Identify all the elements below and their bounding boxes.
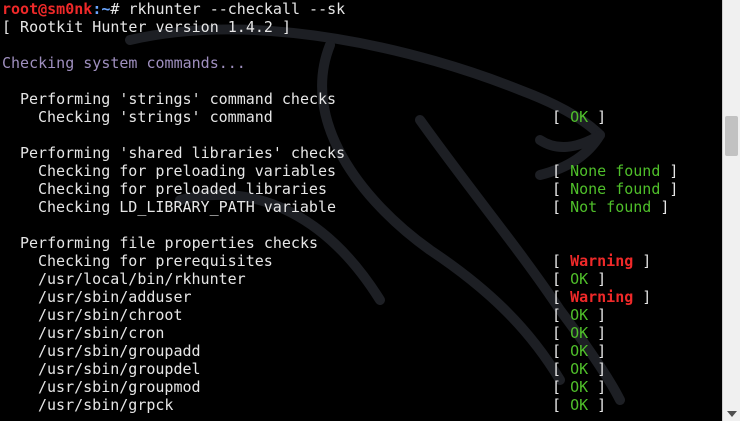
status-ok: OK [570,108,589,126]
prompt-path: :~ [92,0,111,18]
prompt-symbol: # [110,0,129,18]
status-ok: None found [570,162,661,180]
check-label: /usr/sbin/grpck [38,396,174,414]
check-status: [ Warning ] [552,288,652,306]
check-label: Checking LD_LIBRARY_PATH variable [38,198,337,216]
group-title-shared-libraries: Performing 'shared libraries' checks [20,144,346,162]
check-status: [ OK ] [552,360,607,378]
check-label: /usr/local/bin/rkhunter [38,270,246,288]
check-label: /usr/sbin/groupmod [38,378,201,396]
version-line: [ Rootkit Hunter version 1.4.2 ] [2,18,291,36]
check-label: /usr/sbin/groupadd [38,342,201,360]
status-ok: OK [570,324,589,342]
check-label: /usr/sbin/chroot [38,306,183,324]
status-ok: OK [570,360,589,378]
check-label: /usr/sbin/adduser [38,288,192,306]
prompt-line: root@sm0nk:~# rkhunter --checkall --sk [2,0,345,18]
terminal-window[interactable]: root@sm0nk:~# rkhunter --checkall --sk [… [0,0,722,421]
scrollbar-thumb[interactable] [725,116,738,156]
group-title-file-properties: Performing file properties checks [20,234,319,252]
check-status: [ OK ] [552,108,607,126]
check-status: [ None found ] [552,162,679,180]
check-label: /usr/sbin/cron [38,324,165,342]
check-status: [ None found ] [552,180,679,198]
check-status: [ Not found ] [552,198,670,216]
check-status: [ OK ] [552,324,607,342]
check-status: [ OK ] [552,342,607,360]
status-ok: OK [570,306,589,324]
scroll-down-arrow-icon[interactable] [727,411,737,417]
status-ok: None found [570,180,661,198]
status-warning: Warning [570,288,634,306]
check-label: Checking 'strings' command [38,108,273,126]
prompt-command: rkhunter --checkall --sk [128,0,346,18]
check-label: Checking for preloading variables [38,162,337,180]
section-title: Checking system commands... [2,54,246,72]
check-status: [ Warning ] [552,252,652,270]
check-label: Checking for prerequisites [38,252,273,270]
vertical-scrollbar[interactable] [722,0,740,421]
check-status: [ OK ] [552,306,607,324]
check-label: Checking for preloaded libraries [38,180,327,198]
status-ok: OK [570,342,589,360]
status-ok: OK [570,270,589,288]
group-title-strings: Performing 'strings' command checks [20,90,337,108]
check-label: /usr/sbin/groupdel [38,360,201,378]
status-ok: OK [570,378,589,396]
prompt-user-host: root@sm0nk [2,0,93,18]
status-ok: Not found [570,198,652,216]
check-status: [ OK ] [552,396,607,414]
check-status: [ OK ] [552,378,607,396]
status-warning: Warning [570,252,634,270]
check-status: [ OK ] [552,270,607,288]
status-ok: OK [570,396,589,414]
